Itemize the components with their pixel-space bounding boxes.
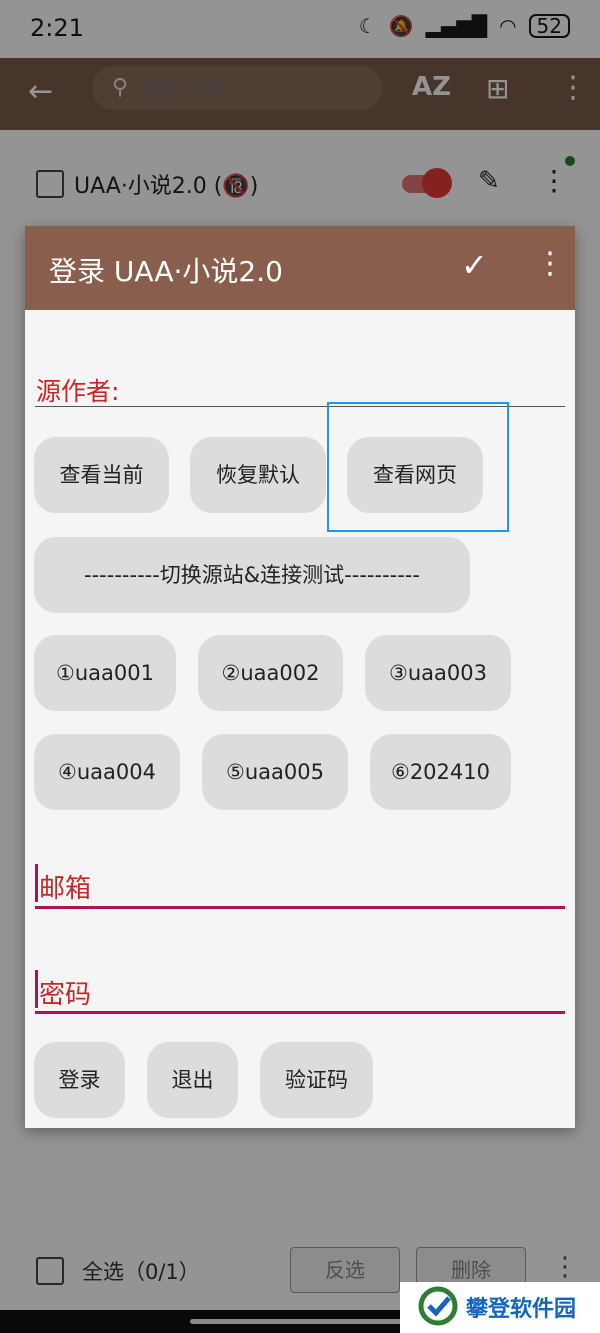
logout-button[interactable]: 退出 — [147, 1042, 238, 1118]
dialog-more-icon[interactable]: ⋮ — [535, 246, 565, 281]
email-underline — [35, 906, 565, 909]
email-field[interactable]: 邮箱 — [39, 868, 91, 905]
view-current-button[interactable]: 查看当前 — [34, 437, 169, 513]
login-button[interactable]: 登录 — [34, 1042, 125, 1118]
password-cursor — [35, 970, 38, 1008]
check-icon[interactable]: ✓ — [461, 246, 488, 284]
restore-default-button[interactable]: 恢复默认 — [190, 437, 326, 513]
site-uaa005-button[interactable]: ⑤uaa005 — [202, 734, 348, 810]
login-dialog: 登录 UAA·小说2.0 ✓ ⋮ 源作者: 查看当前 恢复默认 查看网页 ---… — [25, 226, 575, 1128]
site-uaa001-button[interactable]: ①uaa001 — [34, 635, 176, 711]
switch-site-test-button[interactable]: ----------切换源站&连接测试---------- — [34, 537, 470, 613]
password-underline — [35, 1011, 565, 1014]
password-field[interactable]: 密码 — [39, 974, 91, 1011]
selection-highlight — [327, 402, 509, 532]
watermark-text: 攀登软件园 — [466, 1297, 577, 1322]
site-202410-button[interactable]: ⑥202410 — [370, 734, 511, 810]
site-uaa003-button[interactable]: ③uaa003 — [365, 635, 511, 711]
email-cursor — [35, 864, 38, 902]
watermark: 攀登软件园 — [400, 1282, 600, 1333]
site-uaa004-button[interactable]: ④uaa004 — [34, 734, 180, 810]
author-label: 源作者: — [36, 377, 120, 406]
dialog-title: 登录 UAA·小说2.0 — [49, 255, 283, 288]
watermark-logo-icon — [418, 1286, 458, 1326]
captcha-button[interactable]: 验证码 — [260, 1042, 373, 1118]
site-uaa002-button[interactable]: ②uaa002 — [198, 635, 343, 711]
dialog-toolbar: 登录 UAA·小说2.0 ✓ ⋮ — [25, 226, 575, 310]
